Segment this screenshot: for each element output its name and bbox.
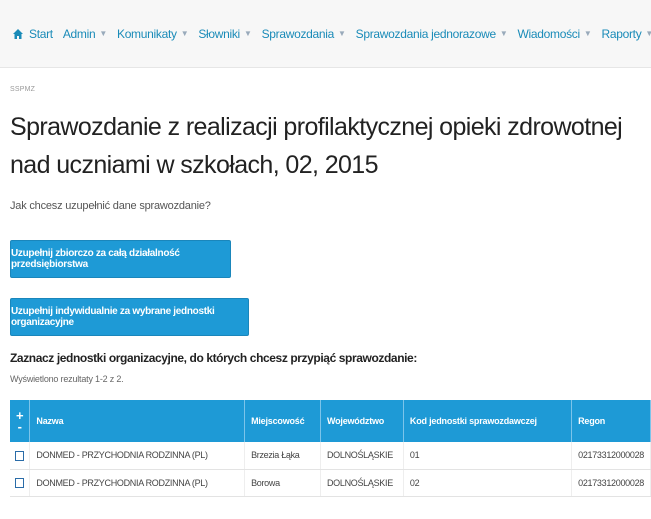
row-select-cell: [10, 442, 31, 470]
cell-regon: 02173312000028: [571, 469, 651, 497]
results-count: Wyświetlono rezultaty 1-2 z 2.: [10, 374, 124, 384]
chevron-down-icon: ▼: [499, 29, 508, 38]
cell-nazwa: DONMED - PRZYCHODNIA RODZINNA (PL): [29, 442, 246, 470]
row-checkbox[interactable]: [15, 477, 25, 488]
chevron-down-icon: ▼: [180, 29, 189, 38]
nav-item-label: Admin: [62, 26, 96, 41]
nav-item-komunikaty[interactable]: Komunikaty ▼: [116, 26, 189, 41]
cell-regon: 02173312000028: [571, 442, 651, 470]
nav-item-label: Sprawozdania jednorazowe: [355, 26, 497, 41]
minus-icon[interactable]: -: [18, 419, 22, 434]
cell-kod: 01: [403, 442, 573, 470]
nav-item-sprawozdania-jednorazowe[interactable]: Sprawozdania jednorazowe ▼: [356, 27, 508, 41]
cell-wojewodztwo: DOLNOŚLĄSKIE: [320, 442, 404, 470]
nav-item-slowniki[interactable]: Słowniki ▼: [198, 26, 252, 41]
select-units-label: Zaznacz jednostki organizacyjne, do któr…: [10, 351, 417, 365]
chevron-down-icon: ▼: [338, 29, 346, 38]
chevron-down-icon: ▼: [99, 29, 107, 38]
nav-home[interactable]: Start: [12, 27, 53, 41]
column-header-miejscowosc[interactable]: Miejscowość: [244, 400, 321, 442]
nav-item-admin[interactable]: Admin ▼: [63, 27, 107, 41]
select-all-toggle[interactable]: + -: [10, 400, 31, 442]
nav-item-label: Raporty: [601, 26, 642, 41]
page-title: Sprawozdanie z realizacji profilaktyczne…: [10, 113, 623, 179]
units-table: + - Nazwa Miejscowość Województwo Kod je…: [10, 400, 651, 497]
nav-item-label: Komunikaty: [116, 26, 177, 41]
home-icon: [13, 28, 23, 39]
cell-kod: 02: [403, 469, 573, 497]
row-select-cell: [10, 469, 31, 497]
nav-home-label: Start: [29, 26, 53, 41]
table-row: DONMED - PRZYCHODNIA RODZINNA (PL) Borow…: [10, 469, 651, 497]
cell-nazwa: DONMED - PRZYCHODNIA RODZINNA (PL): [29, 469, 246, 497]
cell-miejscowosc: Brzezia Łąka: [244, 442, 321, 470]
fill-collective-button[interactable]: Uzupełnij zbiorczo za całą działalność p…: [10, 240, 231, 278]
row-checkbox[interactable]: [15, 450, 25, 461]
chevron-down-icon: ▼: [243, 29, 252, 38]
breadcrumb: SSPMZ: [10, 86, 36, 93]
nav-item-raporty[interactable]: Raporty ▼: [601, 27, 651, 41]
cell-miejscowosc: Borowa: [244, 469, 321, 497]
column-header-kod[interactable]: Kod jednostki sprawozdawczej: [403, 400, 573, 442]
chevron-down-icon: ▼: [583, 29, 592, 38]
column-header-nazwa[interactable]: Nazwa: [29, 400, 246, 442]
table-row: DONMED - PRZYCHODNIA RODZINNA (PL) Brzez…: [10, 442, 651, 470]
nav-item-label: Wiadomości: [517, 26, 581, 41]
cell-wojewodztwo: DOLNOŚLĄSKIE: [320, 469, 404, 497]
nav-item-label: Słowniki: [198, 26, 240, 41]
top-navbar: Start Admin ▼ Komunikaty ▼ Słowniki ▼ Sp…: [0, 0, 651, 68]
chevron-down-icon: ▼: [645, 29, 651, 38]
table-header-row: + - Nazwa Miejscowość Województwo Kod je…: [10, 400, 651, 442]
nav-item-label: Sprawozdania: [261, 26, 335, 41]
nav-item-sprawozdania[interactable]: Sprawozdania ▼: [262, 27, 346, 41]
fill-method-question: Jak chcesz uzupełnić dane sprawozdanie?: [10, 200, 211, 212]
column-header-wojewodztwo[interactable]: Województwo: [320, 400, 404, 442]
fill-individual-button[interactable]: Uzupełnij indywidualnie za wybrane jedno…: [10, 298, 249, 336]
nav-item-wiadomosci[interactable]: Wiadomości ▼: [518, 27, 592, 41]
column-header-regon[interactable]: Regon: [571, 400, 651, 442]
